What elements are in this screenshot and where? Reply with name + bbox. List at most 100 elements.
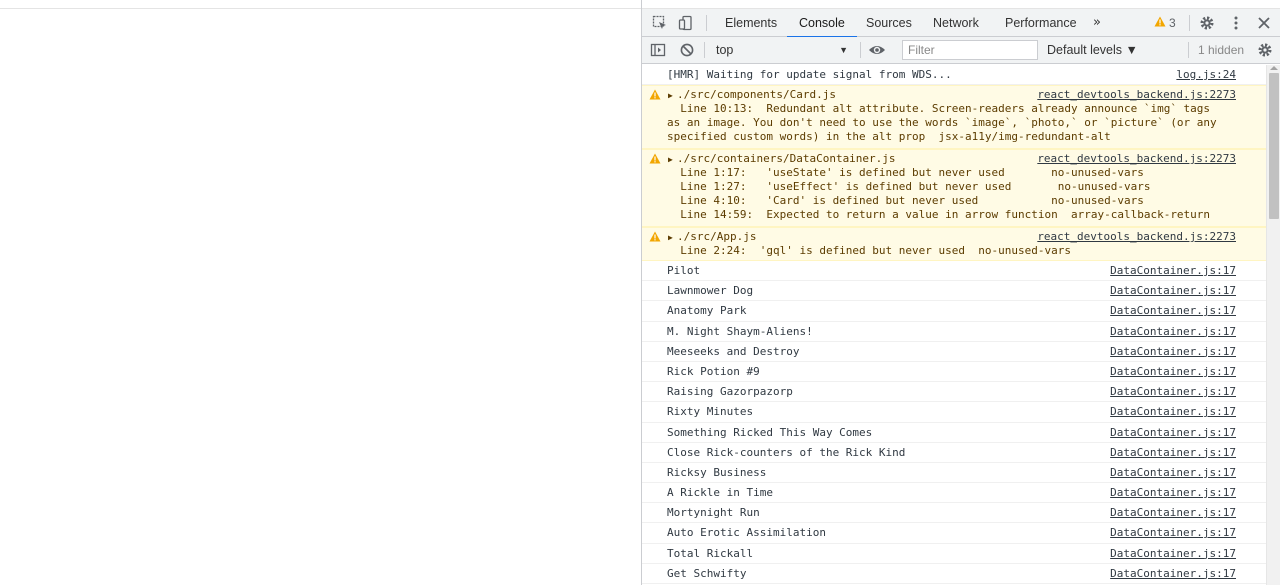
message-text: Anatomy Park: [667, 304, 747, 318]
message-text: Ricksy Business: [667, 465, 767, 479]
list-item: Something Ricked This Way Comes DataConta…: [642, 423, 1266, 443]
list-item: Rixty Minutes DataContainer.js:17: [642, 402, 1266, 423]
source-link[interactable]: react_devtools_backend.js:2273: [1037, 88, 1236, 102]
more-tabs-button[interactable]: »: [1093, 9, 1101, 37]
message-text: M. Night Shaym-Aliens!: [667, 324, 813, 338]
source-link[interactable]: DataContainer.js:17: [1110, 426, 1236, 440]
source-link[interactable]: DataContainer.js:17: [1110, 567, 1236, 581]
console-log-message: [HMR] Waiting for update signal from WDS…: [642, 65, 1266, 85]
scrollbar-thumb[interactable]: [1269, 73, 1279, 219]
devtools-tabbar: Elements Console Sources Network Perform…: [642, 8, 1280, 38]
message-text: Total Rickall: [667, 546, 754, 560]
execution-context-select[interactable]: top ▼: [710, 40, 852, 60]
message-text: Lawnmower Dog: [667, 284, 754, 298]
source-link[interactable]: DataContainer.js:17: [1110, 526, 1236, 540]
warning-icon: [649, 231, 661, 246]
log-levels-dropdown[interactable]: Default levels ▼: [1047, 40, 1138, 60]
warning-counter[interactable]: 3: [1154, 9, 1176, 37]
source-link[interactable]: react_devtools_backend.js:2273: [1037, 152, 1236, 166]
list-item: Rick Potion #9 DataContainer.js:17: [642, 362, 1266, 383]
list-item: Close Rick-counters of the Rick Kind Data…: [642, 443, 1266, 463]
message-text: Mortynight Run: [667, 506, 760, 520]
show-sidebar-icon[interactable]: [648, 40, 668, 60]
clear-console-icon[interactable]: [677, 40, 697, 60]
more-options-kebab-icon[interactable]: [1226, 13, 1246, 33]
toolbar-separator: [860, 42, 861, 58]
filter-input[interactable]: [902, 40, 1038, 60]
tab-console[interactable]: Console: [787, 9, 857, 38]
message-text: [HMR] Waiting for update signal from WDS…: [667, 68, 952, 81]
warning-details: Line 10:13: Redundant alt attribute. Scr…: [667, 102, 1217, 143]
hidden-messages-count: 1 hidden: [1198, 43, 1245, 57]
source-link[interactable]: DataContainer.js:17: [1110, 466, 1236, 480]
list-item: Lawnmower Dog DataContainer.js:17: [642, 281, 1266, 302]
source-link[interactable]: DataContainer.js:17: [1110, 405, 1236, 419]
list-item: Get Schwifty DataContainer.js:17: [642, 564, 1266, 584]
message-text: Pilot: [667, 264, 701, 277]
page-top-border: [0, 8, 641, 9]
source-link[interactable]: DataContainer.js:17: [1110, 486, 1236, 500]
console-toolbar: top ▼ Default levels ▼ 1 hidden: [642, 37, 1280, 64]
toolbar-separator: [1188, 42, 1189, 58]
tab-elements[interactable]: Elements: [725, 9, 777, 37]
console-messages: [HMR] Waiting for update signal from WDS…: [642, 65, 1266, 585]
execution-context-value: top: [716, 43, 734, 57]
source-link[interactable]: DataContainer.js:17: [1110, 385, 1236, 399]
source-link[interactable]: react_devtools_backend.js:2273: [1037, 230, 1236, 244]
warning-details: Line 2:24: 'gql' is defined but never us…: [667, 244, 1071, 257]
source-link[interactable]: DataContainer.js:17: [1110, 284, 1236, 298]
console-settings-gear-icon[interactable]: [1255, 40, 1275, 60]
list-item: Pilot DataContainer.js:17: [642, 261, 1266, 282]
source-link[interactable]: DataContainer.js:17: [1110, 264, 1236, 278]
tabbar-separator: [1189, 15, 1190, 31]
device-toolbar-icon[interactable]: [676, 13, 696, 33]
console-warning-message: ▶ ./src/App.js react_devtools_backend.js…: [642, 227, 1266, 261]
warning-count: 3: [1169, 16, 1176, 30]
settings-gear-icon[interactable]: [1197, 13, 1217, 33]
tab-network[interactable]: Network: [933, 9, 979, 37]
message-text: Rick Potion #9: [667, 364, 760, 378]
tab-sources[interactable]: Sources: [866, 9, 912, 37]
source-link[interactable]: DataContainer.js:17: [1110, 304, 1236, 318]
source-link[interactable]: DataContainer.js:17: [1110, 547, 1236, 561]
list-item: Anatomy Park DataContainer.js:17: [642, 301, 1266, 322]
expand-triangle-icon[interactable]: ▶: [668, 231, 673, 245]
inspected-page: [0, 0, 641, 585]
warning-details: Line 1:17: 'useState' is defined but nev…: [680, 166, 1211, 221]
live-expression-eye-icon[interactable]: [867, 40, 887, 60]
close-devtools-icon[interactable]: [1254, 13, 1274, 33]
warning-icon: [649, 89, 661, 104]
source-link[interactable]: DataContainer.js:17: [1110, 506, 1236, 520]
message-text: Rixty Minutes: [667, 405, 754, 419]
inspect-element-icon[interactable]: [650, 13, 670, 33]
warning-icon: [649, 153, 661, 168]
source-link[interactable]: DataContainer.js:17: [1110, 345, 1236, 359]
source-link[interactable]: DataContainer.js:17: [1110, 325, 1236, 339]
list-item: M. Night Shaym-Aliens! DataContainer.js:1…: [642, 322, 1266, 342]
list-item: Total Rickall DataContainer.js:17: [642, 544, 1266, 564]
message-text: Auto Erotic Assimilation: [667, 526, 826, 540]
source-link[interactable]: DataContainer.js:17: [1110, 365, 1236, 379]
console-scrollbar[interactable]: [1266, 65, 1280, 585]
source-link[interactable]: log.js:24: [1176, 68, 1236, 82]
message-text: Something Ricked This Way Comes: [667, 425, 873, 439]
message-text: A Rickle in Time: [667, 486, 773, 500]
message-text: Raising Gazorpazorp: [667, 385, 793, 399]
expand-triangle-icon[interactable]: ▶: [668, 89, 673, 103]
expand-triangle-icon[interactable]: ▶: [668, 153, 673, 167]
source-link[interactable]: DataContainer.js:17: [1110, 446, 1236, 460]
tabbar-separator: [706, 15, 707, 31]
scroll-up-arrow-icon[interactable]: [1270, 66, 1278, 70]
list-item: Ricksy Business DataContainer.js:17: [642, 463, 1266, 484]
list-item: Meeseeks and Destroy DataContainer.js:17: [642, 342, 1266, 362]
message-text: Get Schwifty: [667, 566, 747, 580]
warning-icon: [1154, 9, 1166, 37]
message-text: Close Rick-counters of the Rick Kind: [667, 445, 906, 459]
list-item: Auto Erotic Assimilation DataContainer.js…: [642, 523, 1266, 544]
console-warning-message: ▶ ./src/containers/DataContainer.js reac…: [642, 149, 1266, 227]
list-item: A Rickle in Time DataContainer.js:17: [642, 483, 1266, 504]
tab-performance[interactable]: Performance: [1005, 9, 1077, 37]
console-warning-message: ▶ ./src/components/Card.js react_devtool…: [642, 85, 1266, 149]
episode-log-list: Pilot DataContainer.js:17 Lawnmower Dog Da…: [642, 261, 1266, 584]
toolbar-separator: [704, 42, 705, 58]
